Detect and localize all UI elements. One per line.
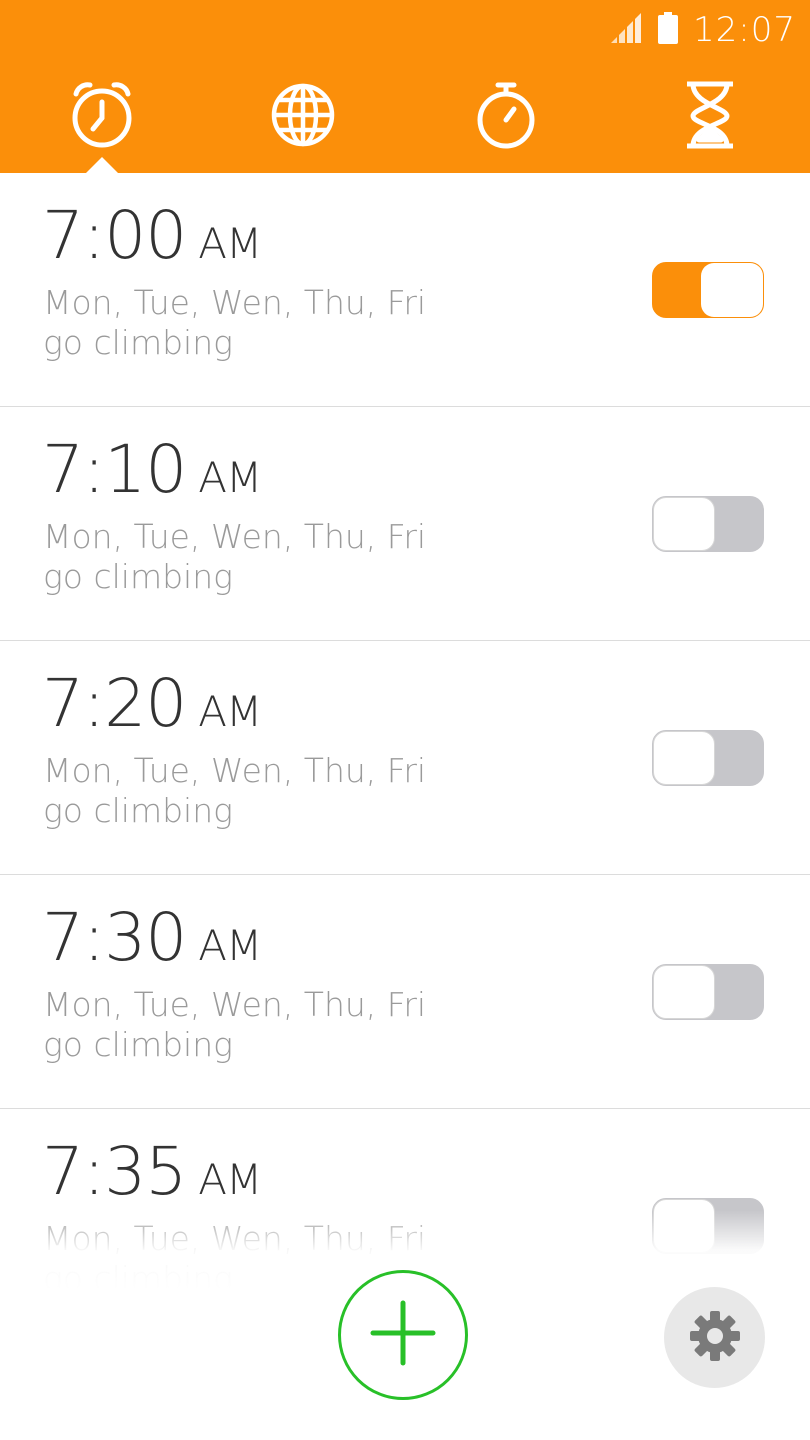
alarm-time: 7:30 AM [42, 899, 262, 976]
alarm-clock-icon [70, 80, 134, 150]
alarm-label: go climbing [43, 1259, 233, 1298]
alarm-days: Mon, Tue, Wen, Thu, Fri [43, 283, 427, 322]
app-header: 12:07 [0, 0, 810, 173]
alarm-label: go climbing [43, 791, 233, 830]
tab-bar [0, 75, 810, 173]
alarm-row[interactable]: 7:30 AM Mon, Tue, Wen, Thu, Fri go climbi… [0, 875, 810, 1109]
alarm-toggle[interactable] [652, 496, 764, 552]
status-time: 12:07 [693, 10, 796, 50]
tab-alarm[interactable] [62, 75, 142, 155]
alarm-days: Mon, Tue, Wen, Thu, Fri [43, 1219, 427, 1258]
alarm-row[interactable]: 7:10 AM Mon, Tue, Wen, Thu, Fri go climbi… [0, 407, 810, 641]
plus-icon [370, 1300, 436, 1370]
alarm-label: go climbing [43, 557, 233, 596]
alarm-toggle[interactable] [652, 730, 764, 786]
alarm-time: 7:35 AM [42, 1133, 262, 1210]
status-bar: 12:07 [609, 8, 796, 52]
alarm-time: 7:00 AM [42, 197, 262, 274]
stopwatch-icon [474, 80, 538, 150]
tab-world-clock[interactable] [263, 75, 343, 155]
add-alarm-button[interactable] [338, 1270, 468, 1400]
alarm-row[interactable]: 7:00 AM Mon, Tue, Wen, Thu, Fri go climbi… [0, 173, 810, 407]
alarm-toggle[interactable] [652, 1198, 764, 1254]
settings-button[interactable] [664, 1287, 765, 1388]
globe-icon [270, 82, 336, 148]
alarm-days: Mon, Tue, Wen, Thu, Fri [43, 517, 427, 556]
toggle-knob [653, 497, 715, 551]
alarm-toggle[interactable] [652, 262, 764, 318]
toggle-knob [701, 263, 763, 317]
tab-stopwatch[interactable] [466, 75, 546, 155]
battery-icon [657, 12, 679, 48]
signal-icon [609, 13, 643, 47]
alarm-list: 7:00 AM Mon, Tue, Wen, Thu, Fri go climbi… [0, 173, 810, 1343]
alarm-time: 7:10 AM [42, 431, 262, 508]
toggle-knob [653, 1199, 715, 1253]
alarm-days: Mon, Tue, Wen, Thu, Fri [43, 751, 427, 790]
toggle-knob [653, 965, 715, 1019]
tab-timer[interactable] [670, 75, 750, 155]
alarm-row[interactable]: 7:20 AM Mon, Tue, Wen, Thu, Fri go climbi… [0, 641, 810, 875]
alarm-time: 7:20 AM [42, 665, 262, 742]
alarm-toggle[interactable] [652, 964, 764, 1020]
hourglass-icon [683, 80, 737, 150]
gear-icon [688, 1309, 742, 1367]
selected-tab-indicator [86, 157, 118, 173]
alarm-days: Mon, Tue, Wen, Thu, Fri [43, 985, 427, 1024]
alarm-label: go climbing [43, 323, 233, 362]
toggle-knob [653, 731, 715, 785]
alarm-label: go climbing [43, 1025, 233, 1064]
